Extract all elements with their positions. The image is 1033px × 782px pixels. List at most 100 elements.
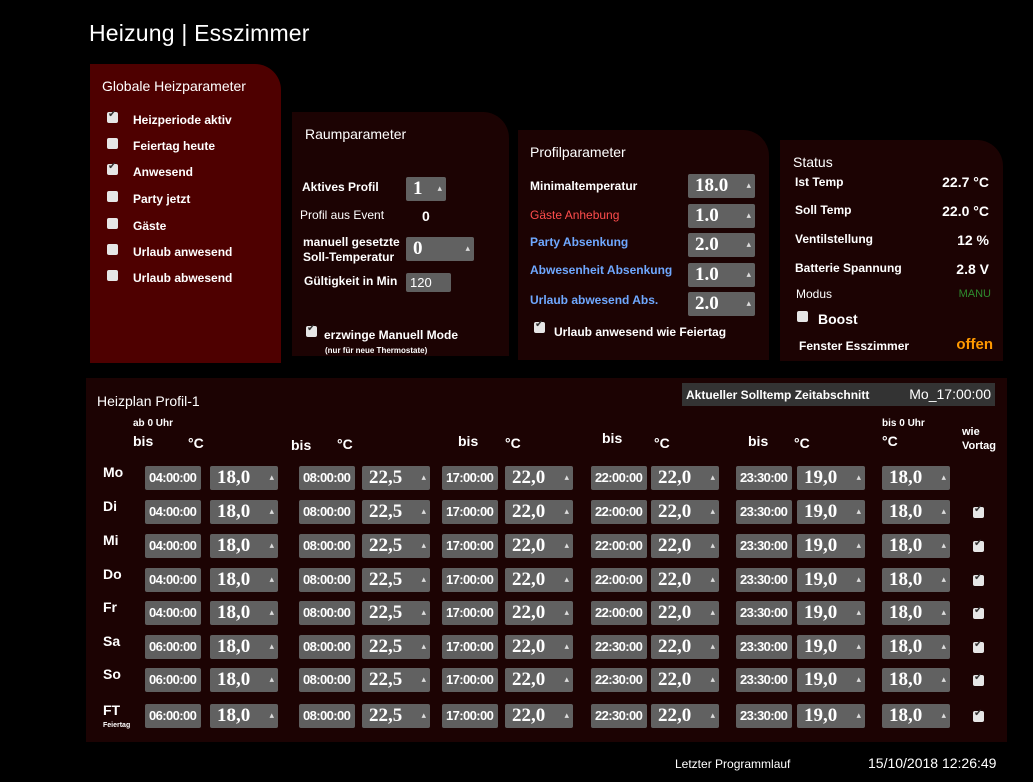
min-temp-spinner[interactable]: 18.0▴▾ <box>688 174 755 198</box>
temp-spinner[interactable]: 22,5▴▾ <box>362 534 430 558</box>
same-as-previous-checkbox[interactable] <box>973 572 984 586</box>
time-input[interactable]: 22:00:00 <box>591 500 647 524</box>
spinner-arrows-icon[interactable]: ▴▾ <box>710 668 715 692</box>
temp-spinner[interactable]: 19,0▴▾ <box>797 601 865 625</box>
time-input[interactable]: 17:00:00 <box>442 466 498 490</box>
spinner-arrows-icon[interactable]: ▴▾ <box>564 704 569 728</box>
spinner-arrows-icon[interactable]: ▴▾ <box>710 466 715 490</box>
spinner-arrows-icon[interactable]: ▴▾ <box>564 568 569 592</box>
temp-spinner[interactable]: 18,0▴▾ <box>210 466 278 490</box>
global-checkbox[interactable] <box>107 138 118 149</box>
temp-spinner[interactable]: 22,0▴▾ <box>651 601 719 625</box>
time-input[interactable]: 17:00:00 <box>442 635 498 659</box>
temp-spinner[interactable]: 22,0▴▾ <box>651 466 719 490</box>
global-checkbox[interactable] <box>107 161 118 175</box>
spinner-arrows-icon[interactable]: ▴▾ <box>465 237 470 261</box>
same-as-previous-checkbox[interactable] <box>973 504 984 518</box>
temp-spinner[interactable]: 22,5▴▾ <box>362 601 430 625</box>
time-input[interactable]: 04:00:00 <box>145 601 201 625</box>
temp-spinner[interactable]: 18,0▴▾ <box>210 668 278 692</box>
validity-input[interactable]: 120 <box>406 273 451 292</box>
spinner-arrows-icon[interactable]: ▴▾ <box>856 601 861 625</box>
time-input[interactable]: 22:00:00 <box>591 568 647 592</box>
spinner-arrows-icon[interactable]: ▴▾ <box>941 635 946 659</box>
spinner-arrows-icon[interactable]: ▴▾ <box>269 500 274 524</box>
temp-spinner[interactable]: 22,0▴▾ <box>505 534 573 558</box>
time-input[interactable]: 08:00:00 <box>299 668 355 692</box>
spinner-arrows-icon[interactable]: ▴▾ <box>710 568 715 592</box>
time-input[interactable]: 04:00:00 <box>145 500 201 524</box>
spinner-arrows-icon[interactable]: ▴▾ <box>269 534 274 558</box>
temp-spinner[interactable]: 19,0▴▾ <box>797 534 865 558</box>
spinner-arrows-icon[interactable]: ▴▾ <box>856 534 861 558</box>
time-input[interactable]: 23:30:00 <box>736 601 792 625</box>
time-input[interactable]: 17:00:00 <box>442 668 498 692</box>
time-input[interactable]: 04:00:00 <box>145 568 201 592</box>
global-checkbox[interactable] <box>107 191 118 202</box>
time-input[interactable]: 08:00:00 <box>299 534 355 558</box>
temp-spinner[interactable]: 18,0▴▾ <box>210 568 278 592</box>
temp-spinner[interactable]: 19,0▴▾ <box>797 704 865 728</box>
temp-spinner[interactable]: 22,0▴▾ <box>651 534 719 558</box>
temp-spinner[interactable]: 18,0▴▾ <box>882 668 950 692</box>
spinner-arrows-icon[interactable]: ▴▾ <box>941 466 946 490</box>
spinner-arrows-icon[interactable]: ▴▾ <box>746 174 751 198</box>
spinner-arrows-icon[interactable]: ▴▾ <box>710 704 715 728</box>
spinner-arrows-icon[interactable]: ▴▾ <box>941 668 946 692</box>
spinner-arrows-icon[interactable]: ▴▾ <box>421 568 426 592</box>
time-input[interactable]: 06:00:00 <box>145 635 201 659</box>
temp-spinner[interactable]: 22,0▴▾ <box>505 568 573 592</box>
spinner-arrows-icon[interactable]: ▴▾ <box>564 668 569 692</box>
spinner-arrows-icon[interactable]: ▴▾ <box>856 500 861 524</box>
spinner-arrows-icon[interactable]: ▴▾ <box>856 668 861 692</box>
spinner-arrows-icon[interactable]: ▴▾ <box>710 500 715 524</box>
temp-spinner[interactable]: 18,0▴▾ <box>882 601 950 625</box>
spinner-arrows-icon[interactable]: ▴▾ <box>856 704 861 728</box>
temp-spinner[interactable]: 19,0▴▾ <box>797 568 865 592</box>
spinner-arrows-icon[interactable]: ▴▾ <box>564 500 569 524</box>
time-input[interactable]: 08:00:00 <box>299 466 355 490</box>
temp-spinner[interactable]: 22,5▴▾ <box>362 668 430 692</box>
temp-spinner[interactable]: 18,0▴▾ <box>210 704 278 728</box>
spinner-arrows-icon[interactable]: ▴▾ <box>269 568 274 592</box>
temp-spinner[interactable]: 18,0▴▾ <box>882 568 950 592</box>
temp-spinner[interactable]: 19,0▴▾ <box>797 668 865 692</box>
temp-spinner[interactable]: 22,0▴▾ <box>505 500 573 524</box>
spinner-arrows-icon[interactable]: ▴▾ <box>941 568 946 592</box>
spinner-arrows-icon[interactable]: ▴▾ <box>269 704 274 728</box>
time-input[interactable]: 22:00:00 <box>591 534 647 558</box>
time-input[interactable]: 23:30:00 <box>736 668 792 692</box>
guest-raise-spinner[interactable]: 1.0▴▾ <box>688 204 755 228</box>
time-input[interactable]: 17:00:00 <box>442 704 498 728</box>
same-as-previous-checkbox[interactable] <box>973 708 984 722</box>
spinner-arrows-icon[interactable]: ▴▾ <box>421 668 426 692</box>
temp-spinner[interactable]: 18,0▴▾ <box>210 500 278 524</box>
spinner-arrows-icon[interactable]: ▴▾ <box>710 534 715 558</box>
time-input[interactable]: 22:00:00 <box>591 466 647 490</box>
vacation-lower-spinner[interactable]: 2.0▴▾ <box>688 292 755 316</box>
same-as-previous-checkbox[interactable] <box>973 605 984 619</box>
party-lower-spinner[interactable]: 2.0▴▾ <box>688 233 755 257</box>
spinner-arrows-icon[interactable]: ▴▾ <box>564 534 569 558</box>
spinner-arrows-icon[interactable]: ▴▾ <box>269 466 274 490</box>
global-checkbox[interactable] <box>107 109 118 123</box>
temp-spinner[interactable]: 22,0▴▾ <box>651 500 719 524</box>
time-input[interactable]: 23:30:00 <box>736 466 792 490</box>
spinner-arrows-icon[interactable]: ▴▾ <box>421 500 426 524</box>
active-profile-spinner[interactable]: 1▴▾ <box>406 177 446 201</box>
temp-spinner[interactable]: 18,0▴▾ <box>210 635 278 659</box>
temp-spinner[interactable]: 22,0▴▾ <box>651 568 719 592</box>
temp-spinner[interactable]: 18,0▴▾ <box>210 534 278 558</box>
temp-spinner[interactable]: 22,0▴▾ <box>651 635 719 659</box>
spinner-arrows-icon[interactable]: ▴▾ <box>941 500 946 524</box>
spinner-arrows-icon[interactable]: ▴▾ <box>941 534 946 558</box>
force-manual-checkbox[interactable] <box>306 323 317 337</box>
spinner-arrows-icon[interactable]: ▴▾ <box>941 601 946 625</box>
temp-spinner[interactable]: 22,0▴▾ <box>505 635 573 659</box>
spinner-arrows-icon[interactable]: ▴▾ <box>269 601 274 625</box>
spinner-arrows-icon[interactable]: ▴▾ <box>746 263 751 287</box>
same-as-previous-checkbox[interactable] <box>973 639 984 653</box>
temp-spinner[interactable]: 22,5▴▾ <box>362 704 430 728</box>
time-input[interactable]: 17:00:00 <box>442 534 498 558</box>
manual-temp-spinner[interactable]: 0▴▾ <box>406 237 474 261</box>
